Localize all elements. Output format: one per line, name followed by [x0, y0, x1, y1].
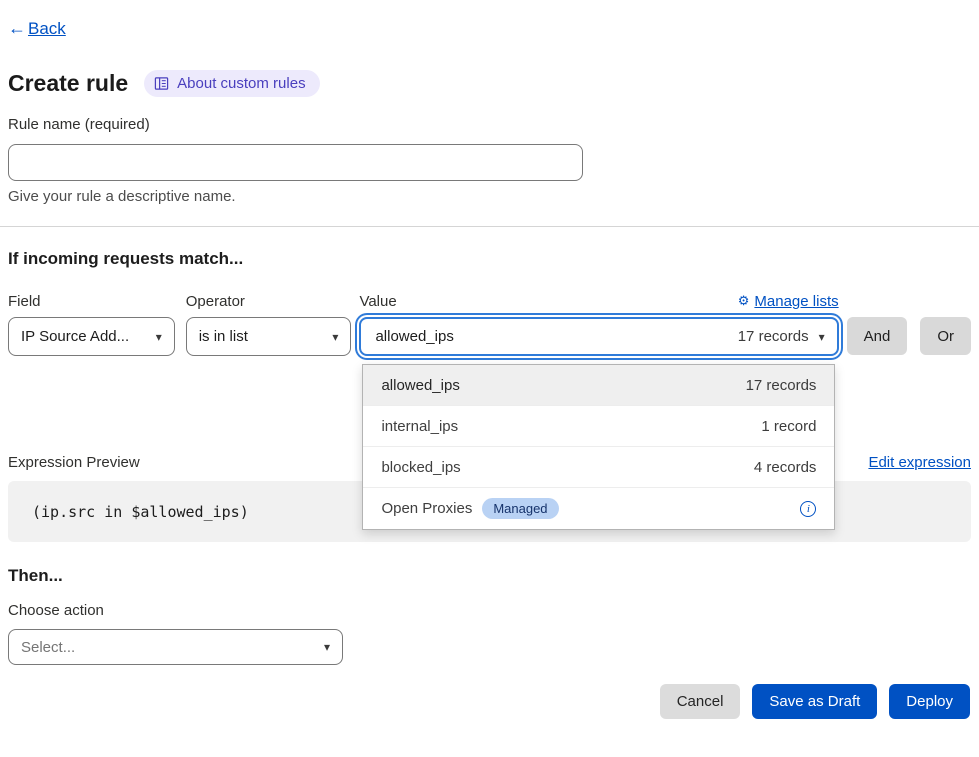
- action-select[interactable]: Select... ▾: [8, 629, 343, 665]
- rule-name-input[interactable]: [8, 144, 583, 181]
- page-title: Create rule: [8, 70, 128, 97]
- list-item-blocked-ips[interactable]: blocked_ips 4 records: [363, 447, 834, 488]
- back-row: ←Back: [8, 18, 971, 40]
- chevron-down-icon: ▾: [156, 330, 162, 344]
- value-label: Value: [359, 293, 396, 310]
- chevron-down-icon: ▾: [819, 330, 825, 344]
- about-custom-rules-label: About custom rules: [177, 75, 305, 92]
- operator-label: Operator: [186, 293, 245, 310]
- book-icon: [154, 76, 169, 91]
- cancel-button[interactable]: Cancel: [660, 684, 741, 719]
- about-custom-rules-link[interactable]: About custom rules: [144, 70, 319, 97]
- value-dropdown: allowed_ips 17 records internal_ips 1 re…: [362, 364, 835, 530]
- chevron-down-icon: ▾: [332, 330, 338, 344]
- match-section-heading: If incoming requests match...: [8, 249, 971, 271]
- and-button[interactable]: And: [847, 317, 908, 355]
- rule-name-label: Rule name (required): [8, 116, 971, 136]
- list-item-name: blocked_ips: [381, 459, 460, 476]
- field-select-value: IP Source Add...: [21, 328, 129, 345]
- field-select[interactable]: IP Source Add... ▾: [8, 317, 175, 356]
- edit-expression-link[interactable]: Edit expression: [868, 454, 971, 471]
- info-icon[interactable]: i: [800, 501, 816, 517]
- list-item-allowed-ips[interactable]: allowed_ips 17 records: [363, 365, 834, 406]
- list-item-name: internal_ips: [381, 418, 458, 435]
- title-row: Create rule About custom rules: [8, 68, 971, 98]
- value-select-records: 17 records: [738, 328, 809, 345]
- list-item-name: allowed_ips: [381, 377, 459, 394]
- manage-lists-label: Manage lists: [754, 293, 838, 310]
- save-as-draft-button[interactable]: Save as Draft: [752, 684, 877, 719]
- list-item-name: Open Proxies: [381, 500, 472, 517]
- action-select-placeholder: Select...: [21, 639, 75, 656]
- deploy-button[interactable]: Deploy: [889, 684, 970, 719]
- section-divider: [0, 226, 979, 227]
- create-rule-page: ←Back Create rule About custom rules Rul…: [0, 18, 979, 719]
- then-section-heading: Then...: [8, 566, 971, 588]
- operator-select-value: is in list: [199, 328, 248, 345]
- back-arrow-icon: ←: [8, 18, 26, 39]
- gear-icon: ⚙: [738, 293, 750, 309]
- value-select[interactable]: allowed_ips 17 records ▾: [359, 317, 838, 356]
- list-item-records: 17 records: [746, 377, 817, 394]
- rule-name-helper-text: Give your rule a descriptive name.: [8, 188, 971, 208]
- or-button[interactable]: Or: [920, 317, 971, 355]
- value-select-selected: allowed_ips: [375, 328, 453, 345]
- back-link[interactable]: ←Back: [8, 18, 66, 39]
- managed-badge: Managed: [482, 498, 558, 519]
- field-label: Field: [8, 293, 41, 310]
- operator-select[interactable]: is in list ▾: [186, 317, 352, 356]
- expression-preview-label: Expression Preview: [8, 454, 140, 471]
- list-item-records: 4 records: [754, 459, 817, 476]
- list-item-internal-ips[interactable]: internal_ips 1 record: [363, 406, 834, 447]
- footer-actions: Cancel Save as Draft Deploy: [8, 684, 971, 719]
- back-link-label: Back: [28, 19, 66, 39]
- condition-row: Field IP Source Add... ▾ Operator is in …: [8, 291, 971, 356]
- list-item-open-proxies[interactable]: Open Proxies Managed i: [363, 488, 834, 529]
- chevron-down-icon: ▾: [324, 640, 330, 654]
- choose-action-label: Choose action: [8, 602, 971, 622]
- manage-lists-link[interactable]: ⚙ Manage lists: [738, 293, 839, 310]
- expression-code: (ip.src in $allowed_ips): [32, 503, 249, 521]
- list-item-records: 1 record: [761, 418, 816, 435]
